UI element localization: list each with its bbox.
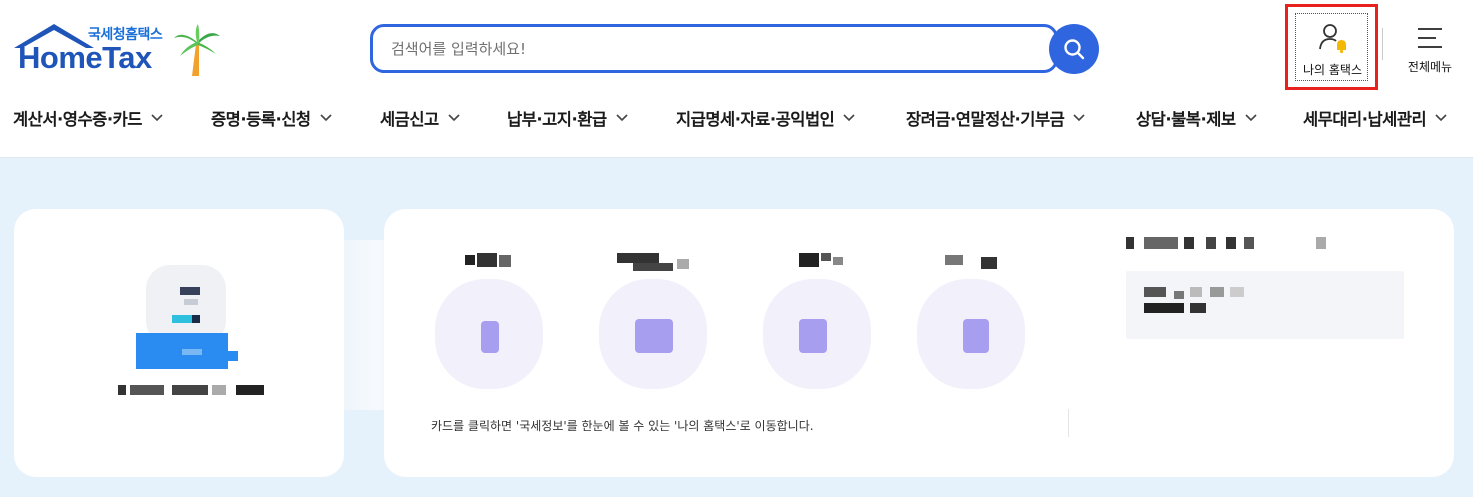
nav-label: 상담·불복·제보 [1136,110,1236,129]
nav-item-consult[interactable]: 상담·불복·제보 [1136,106,1257,130]
tile-icon-bg [435,279,543,389]
tile-icon-bg [763,279,871,389]
info-tile-1[interactable] [435,249,547,389]
hint-divider [1068,409,1069,437]
nav-item-statements[interactable]: 지급명세·자료·공익법인 [676,106,855,130]
my-hometax-label: 나의 홈택스 [1302,63,1362,77]
focus-outline: 나의 홈택스 [1295,13,1368,81]
chevron-down-icon [320,114,332,122]
palm-tree-icon [174,24,220,76]
logo-wordmark: HomeTax [18,40,152,75]
nav-label: 세금신고 [380,110,439,129]
search-button[interactable] [1049,24,1099,74]
tile-label-redacted [465,249,525,269]
nav-item-incentive[interactable]: 장려금·연말정산·기부금 [906,106,1085,130]
info-tile-4[interactable] [917,249,1029,389]
nav-item-agent[interactable]: 세무대리·납세관리 [1303,106,1447,130]
my-hometax-button[interactable]: 나의 홈택스 [1285,4,1378,90]
chevron-down-icon [843,114,855,122]
tile-icon-bg [599,279,707,389]
card-hint-text: 카드를 클릭하면 '국세정보'를 한눈에 볼 수 있는 '나의 홈택스'로 이동… [431,419,814,433]
search-icon [1064,39,1085,60]
info-tile-3[interactable] [763,249,875,389]
nav-label: 계산서·영수증·카드 [13,110,142,129]
profile-card[interactable] [14,209,344,477]
search-input[interactable] [391,37,991,61]
nav-label: 세무대리·납세관리 [1303,110,1427,129]
nav-label: 장려금·연말정산·기부금 [906,110,1065,129]
notice-box[interactable] [1126,271,1404,339]
nav-item-certificate[interactable]: 증명·등록·신청 [211,106,332,130]
main-nav: 계산서·영수증·카드 증명·등록·신청 세금신고 납부·고지·환급 지급명세·자… [0,100,1473,136]
search-bar [370,24,1058,73]
chevron-down-icon [1245,114,1257,122]
tile-label-redacted [799,249,859,269]
chevron-down-icon [1435,114,1447,122]
my-info-card[interactable]: 카드를 클릭하면 '국세정보'를 한눈에 볼 수 있는 '나의 홈택스'로 이동… [384,209,1454,477]
notice-title-redacted [1126,237,1332,251]
chevron-down-icon [448,114,460,122]
menu-icon [1418,28,1442,48]
all-menu-button[interactable]: 전체메뉴 [1398,20,1462,80]
chevron-down-icon [151,114,163,122]
all-menu-label: 전체메뉴 [1407,60,1453,74]
tile-label-redacted [599,249,699,271]
tile-label-redacted [945,249,1005,269]
info-tile-2[interactable] [599,249,711,389]
profile-name-redacted [118,385,264,397]
chevron-down-icon [1073,114,1085,122]
nav-label: 지급명세·자료·공익법인 [676,110,835,129]
header: 국세청홈택스 HomeTax 나의 홈택스 [0,0,1473,158]
tile-icon-bg [917,279,1025,389]
chevron-down-icon [616,114,628,122]
header-divider [1382,28,1383,60]
nav-item-invoice[interactable]: 계산서·영수증·카드 [13,106,163,130]
nav-item-tax-return[interactable]: 세금신고 [380,106,460,130]
nav-item-payment[interactable]: 납부·고지·환급 [507,106,628,130]
avatar-redacted [136,259,238,375]
hometax-logo[interactable]: 국세청홈택스 HomeTax [12,22,222,78]
user-bell-icon [1319,24,1346,54]
nav-label: 증명·등록·신청 [211,110,311,129]
nav-label: 납부·고지·환급 [507,110,607,129]
